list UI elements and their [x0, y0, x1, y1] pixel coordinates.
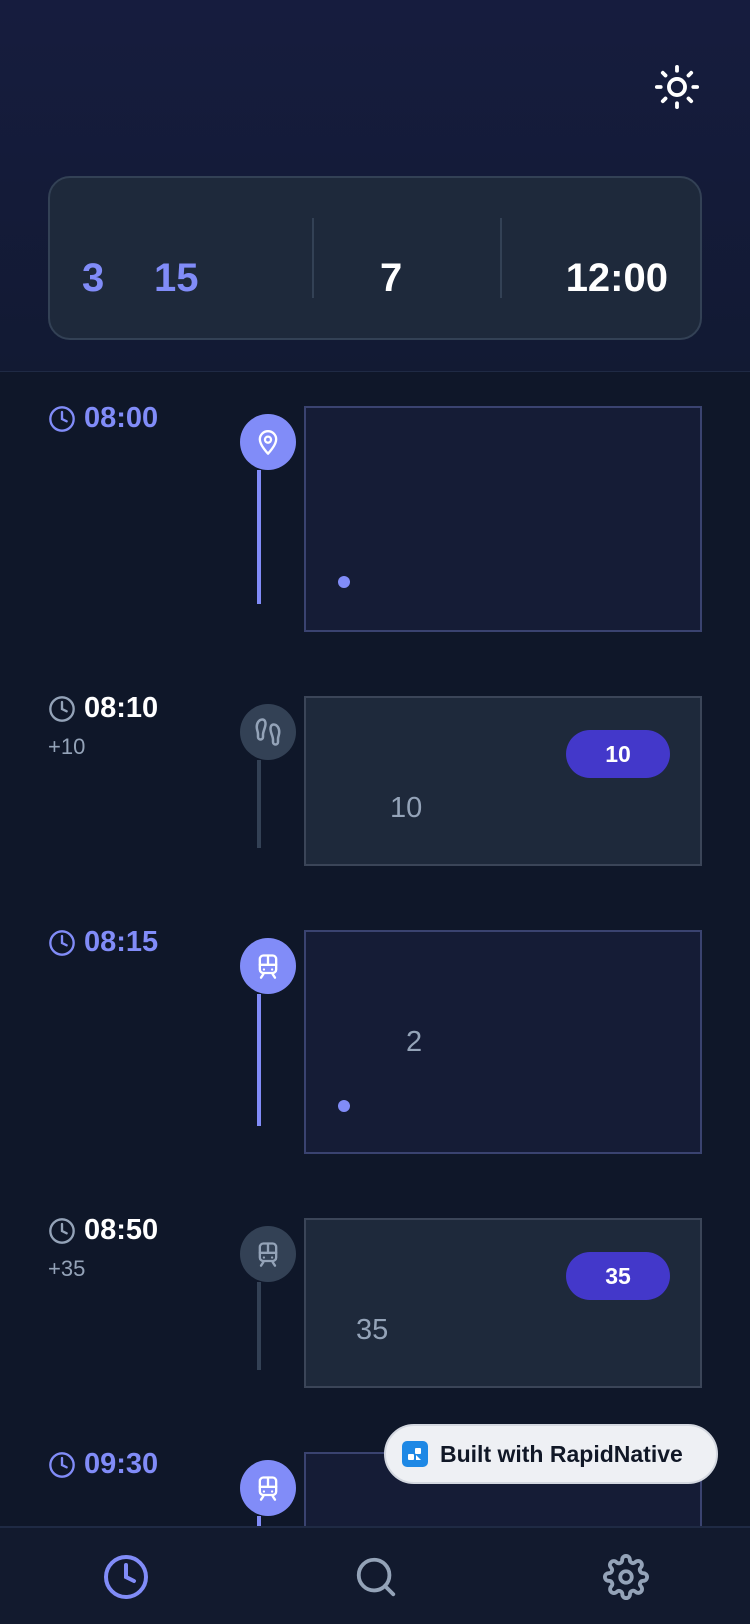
timeline-connector — [257, 760, 261, 848]
stop-time-row: 08:10 — [48, 692, 158, 725]
timeline-connector — [257, 994, 261, 1126]
summary-first-value: 3 — [82, 256, 105, 300]
clock-icon — [49, 405, 75, 432]
status-dot — [338, 576, 350, 588]
search-icon — [356, 1557, 396, 1597]
clock-icon — [49, 1451, 75, 1478]
train-icon — [258, 954, 278, 979]
card-stops-count: 2 — [406, 1026, 423, 1058]
rapidnative-logo-icon — [402, 1441, 428, 1467]
timeline: 08:00 08:10 +10 10 10 08:15 2 08:50 +35 … — [0, 372, 750, 1526]
trip-summary-card: 3 15 7 12:00 — [48, 176, 702, 340]
clock-icon — [104, 1555, 148, 1599]
stop-delay: +35 — [48, 1256, 86, 1281]
clock-icon — [49, 929, 75, 956]
stop-node — [240, 1460, 296, 1516]
summary-middle-value: 7 — [380, 256, 403, 300]
sun-icon — [654, 64, 700, 110]
stop-node — [240, 1226, 296, 1282]
tab-settings[interactable] — [576, 1528, 676, 1624]
summary-divider — [500, 218, 502, 298]
stop-time-row: 08:15 — [48, 926, 158, 959]
clock-icon — [49, 1217, 75, 1244]
stop-time: 08:15 — [84, 926, 159, 958]
map-pin-icon — [258, 430, 278, 455]
timeline-connector — [257, 1282, 261, 1370]
stop-card[interactable]: 10 10 — [304, 696, 702, 866]
stop-node — [240, 938, 296, 994]
stop-card[interactable] — [304, 406, 702, 632]
stop-time-row: 08:00 — [48, 402, 158, 435]
footprints-icon — [255, 718, 281, 746]
clock-icon — [49, 695, 75, 722]
stop-time: 09:30 — [84, 1448, 159, 1480]
stop-node — [240, 414, 296, 470]
built-with-label: Built with RapidNative — [440, 1440, 683, 1467]
built-with-badge[interactable]: Built with RapidNative — [384, 1424, 718, 1484]
timeline-connector — [257, 470, 261, 604]
stop-card[interactable]: 35 35 — [304, 1218, 702, 1388]
bottom-tab-bar — [0, 1526, 750, 1624]
stop-time-row: 08:50 — [48, 1214, 158, 1247]
tab-search[interactable] — [326, 1528, 426, 1624]
summary-divider — [312, 218, 314, 298]
duration-badge: 35 — [566, 1252, 670, 1300]
stop-time: 08:10 — [84, 692, 159, 724]
stop-card[interactable]: 2 — [304, 930, 702, 1154]
header: 3 15 7 12:00 — [0, 0, 750, 372]
train-icon — [258, 1242, 278, 1267]
stop-delay: +10 — [48, 734, 86, 759]
theme-toggle-button[interactable] — [652, 62, 702, 112]
timeline-connector — [257, 1516, 261, 1526]
status-dot — [338, 1100, 350, 1112]
tab-schedule[interactable] — [76, 1528, 176, 1624]
stop-time: 08:50 — [84, 1214, 159, 1246]
stop-time-row: 09:30 — [48, 1448, 158, 1481]
card-duration-text: 10 — [390, 792, 423, 824]
card-duration-text: 35 — [356, 1314, 389, 1346]
stop-time: 08:00 — [84, 402, 159, 434]
gear-icon — [603, 1554, 649, 1600]
summary-end-time: 12:00 — [565, 256, 668, 300]
duration-badge: 10 — [566, 730, 670, 778]
summary-second-value: 15 — [154, 256, 199, 300]
train-icon — [258, 1476, 278, 1501]
stop-node — [240, 704, 296, 760]
